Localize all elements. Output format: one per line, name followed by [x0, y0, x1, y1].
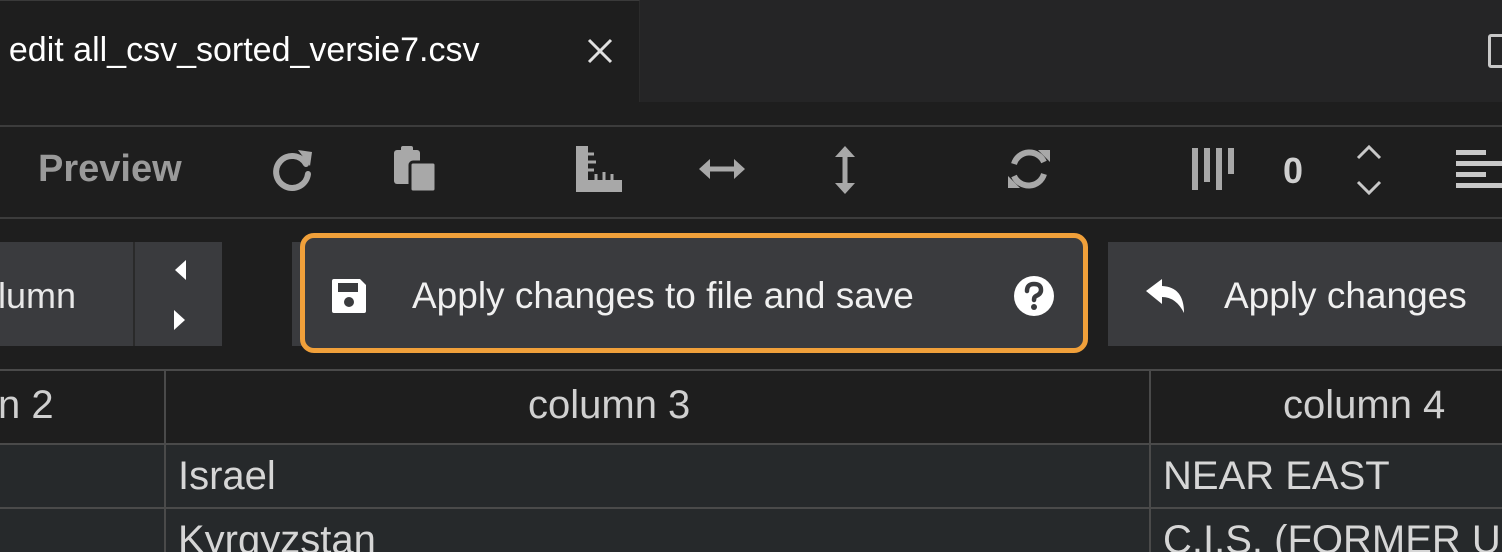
divider [1149, 371, 1151, 552]
table-cell[interactable]: NEAR EAST [1163, 454, 1390, 499]
tab-bar: / edit all_csv_sorted_versie7.csv [0, 0, 1502, 102]
caret-left-icon[interactable] [172, 258, 188, 282]
reload-icon[interactable] [268, 144, 318, 194]
preview-button[interactable]: Preview [38, 148, 182, 191]
add-column-label: olumn [0, 275, 77, 316]
help-icon[interactable] [1013, 275, 1055, 317]
resize-horizontal-icon[interactable] [698, 156, 746, 182]
paste-icon[interactable] [392, 144, 440, 194]
table-cell[interactable]: Kyrgyzstan [178, 518, 376, 552]
divider [0, 443, 1502, 445]
stepper-icon[interactable] [1354, 142, 1384, 198]
split-editor-icon[interactable] [1488, 34, 1502, 68]
tab-title: / edit all_csv_sorted_versie7.csv [0, 31, 480, 69]
resize-vertical-icon[interactable] [832, 145, 858, 195]
column-header-2[interactable]: n 2 [0, 383, 54, 428]
divider [0, 507, 1502, 509]
align-left-icon[interactable] [1456, 148, 1502, 190]
divider [164, 371, 166, 552]
caret-right-icon[interactable] [172, 308, 188, 332]
ruler-icon[interactable] [574, 144, 624, 194]
divider [0, 217, 1502, 219]
divider [133, 242, 135, 346]
column-header-3[interactable]: column 3 [528, 383, 690, 428]
apply-and-save-label: Apply changes to file and save [412, 275, 914, 316]
table-header [0, 371, 1502, 443]
csv-editor-window: / edit all_csv_sorted_versie7.csv Previe… [0, 0, 1502, 552]
apply-changes-label: Apply changes [1224, 275, 1467, 316]
floppy-disk-icon [332, 279, 366, 313]
toolbar [0, 127, 1502, 217]
columns-icon[interactable] [1190, 148, 1234, 190]
undo-icon [1146, 279, 1184, 313]
editor-tab[interactable]: / edit all_csv_sorted_versie7.csv [0, 0, 640, 102]
table-cell[interactable]: C.I.S. (FORMER US [1163, 518, 1502, 552]
close-icon[interactable] [584, 35, 616, 67]
sync-icon[interactable] [1004, 144, 1054, 194]
table-cell[interactable]: Israel [178, 454, 276, 499]
column-header-4[interactable]: column 4 [1283, 383, 1445, 428]
column-count-value[interactable]: 0 [1283, 150, 1303, 192]
